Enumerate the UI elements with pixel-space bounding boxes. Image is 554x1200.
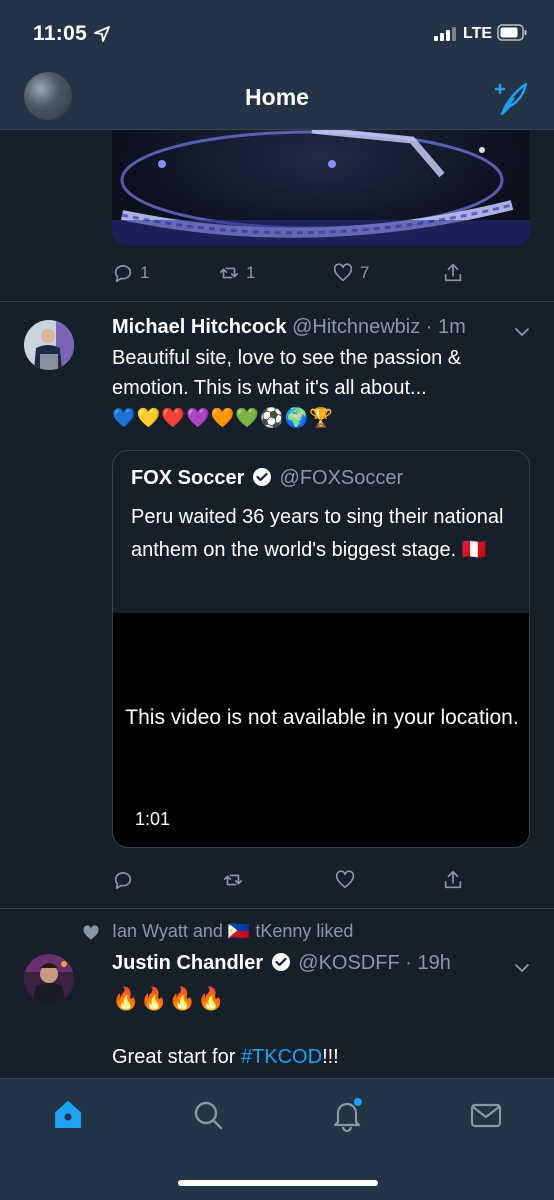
tweet-header: Justin Chandler @KOSDFF · 19h <box>112 952 451 974</box>
tweet-time: 1m <box>437 316 466 338</box>
timeline-feed[interactable]: 1 1 7 Michael Hitchcock @Hitchnewbiz · 1… <box>0 130 554 1078</box>
tweet-divider <box>0 908 554 909</box>
tweet-divider <box>0 301 554 302</box>
verified-badge-icon <box>271 953 290 971</box>
battery-icon <box>497 24 527 41</box>
retweet-icon <box>219 267 239 279</box>
retweet-button[interactable] <box>222 865 244 895</box>
avatar-photo <box>24 954 74 1004</box>
share-icon <box>444 263 462 282</box>
heart-icon <box>333 263 353 282</box>
status-bar: 11:05 LTE <box>0 0 554 66</box>
like-button[interactable]: 7 <box>332 258 369 288</box>
network-type: LTE <box>463 25 493 42</box>
avatar-photo <box>24 320 74 370</box>
hashtag-link[interactable]: #TKCOD <box>241 1046 322 1068</box>
share-button[interactable] <box>442 865 464 895</box>
tweet-text-prefix: Great start for <box>112 1046 241 1068</box>
share-icon <box>444 870 462 889</box>
tweet-header: Michael Hitchcock @Hitchnewbiz · 1m <box>112 316 466 338</box>
video-player[interactable]: This video is not available in your loca… <box>113 613 529 847</box>
like-count: 7 <box>360 263 370 282</box>
home-indicator[interactable] <box>178 1180 378 1186</box>
author-handle[interactable]: @KOSDFF <box>298 952 399 974</box>
compose-feather-icon[interactable] <box>490 78 530 118</box>
tweet-emojis: 💙💛❤️💜🧡💚⚽🌍🏆 <box>112 408 334 429</box>
reply-button[interactable]: 1 <box>112 258 149 288</box>
retweet-icon <box>223 874 243 886</box>
retweet-count: 1 <box>246 263 256 282</box>
tweet-text: Beautiful site, love to see the passion … <box>112 347 462 399</box>
chevron-down-icon[interactable] <box>512 958 532 978</box>
author-avatar[interactable] <box>24 320 74 370</box>
liked-heart-icon <box>83 925 99 940</box>
reply-count: 1 <box>140 263 150 282</box>
messages-icon[interactable] <box>468 1097 504 1133</box>
page-title: Home <box>245 84 309 110</box>
verified-badge-icon <box>252 468 271 486</box>
heart-icon <box>335 870 355 889</box>
author-name[interactable]: Justin Chandler <box>112 952 263 974</box>
search-icon[interactable] <box>190 1097 226 1133</box>
video-unavailable-message: This video is not available in your loca… <box>125 706 519 729</box>
reply-icon <box>114 872 132 890</box>
tweet-image[interactable] <box>112 130 530 245</box>
reply-icon <box>114 265 132 283</box>
tweet-actions: 1 1 7 <box>112 258 532 288</box>
stage-truss-image <box>112 130 530 245</box>
author-avatar[interactable] <box>24 954 74 1004</box>
tweet-emojis: 🔥🔥🔥🔥 <box>112 986 226 1011</box>
author-name[interactable]: Michael Hitchcock <box>112 316 287 338</box>
quoted-tweet[interactable]: FOX Soccer @FOXSoccer Peru waited 36 yea… <box>112 450 530 848</box>
top-navigation-bar: Home <box>0 66 554 130</box>
tweet-actions <box>112 865 532 895</box>
quoted-tweet-text: Peru waited 36 years to sing their natio… <box>131 506 504 561</box>
notifications-icon[interactable] <box>329 1097 365 1133</box>
tweet-text-suffix: !!! <box>322 1046 339 1068</box>
social-context[interactable]: Ian Wyatt and 🇵🇭 tKenny liked <box>112 921 353 942</box>
quoted-tweet-header: FOX Soccer @FOXSoccer <box>131 467 403 490</box>
retweet-button[interactable]: 1 <box>218 258 255 288</box>
share-button[interactable] <box>442 258 464 288</box>
reply-button[interactable] <box>112 865 134 895</box>
location-arrow-icon <box>94 26 110 42</box>
like-button[interactable] <box>334 865 356 895</box>
quoted-author-name: FOX Soccer <box>131 467 245 489</box>
quoted-author-handle: @FOXSoccer <box>279 467 404 489</box>
tweet-time: 19h <box>417 952 451 974</box>
signal-strength-icon <box>434 27 456 41</box>
video-duration: 1:01 <box>135 809 171 829</box>
tweet-text: Great start for #TKCOD!!! <box>112 1042 532 1072</box>
author-handle[interactable]: @Hitchnewbiz <box>292 316 420 338</box>
home-icon[interactable] <box>50 1097 86 1133</box>
status-time: 11:05 <box>33 22 88 45</box>
chevron-down-icon[interactable] <box>512 322 532 342</box>
